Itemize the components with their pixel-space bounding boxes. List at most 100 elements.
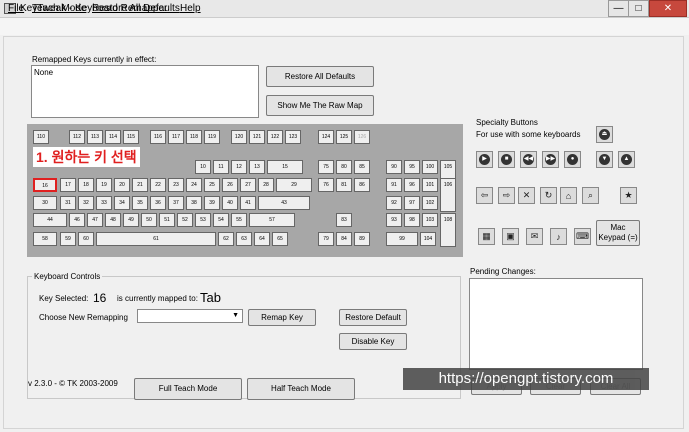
key-61[interactable]: 61 bbox=[96, 232, 216, 246]
key-55[interactable]: 55 bbox=[231, 213, 247, 227]
key-29[interactable]: 29 bbox=[276, 178, 312, 192]
stop-web-icon-button[interactable]: ✕ bbox=[518, 187, 535, 204]
key-12[interactable]: 12 bbox=[231, 160, 247, 174]
minimize-button[interactable]: — bbox=[608, 0, 629, 17]
key-89[interactable]: 89 bbox=[354, 232, 370, 246]
refresh-icon-button[interactable]: ↻ bbox=[540, 187, 557, 204]
key-80[interactable]: 80 bbox=[336, 160, 352, 174]
key-99[interactable]: 99 bbox=[386, 232, 418, 246]
key-21[interactable]: 21 bbox=[132, 178, 148, 192]
full-teach-mode-button[interactable]: Full Teach Mode bbox=[134, 378, 242, 400]
key-41[interactable]: 41 bbox=[240, 196, 256, 210]
key-84[interactable]: 84 bbox=[336, 232, 352, 246]
key-35[interactable]: 35 bbox=[132, 196, 148, 210]
key-34[interactable]: 34 bbox=[114, 196, 130, 210]
key-25[interactable]: 25 bbox=[204, 178, 220, 192]
disable-key-button[interactable]: Disable Key bbox=[339, 333, 407, 350]
menu-file[interactable]: File bbox=[8, 3, 24, 14]
key-81[interactable]: 81 bbox=[336, 178, 352, 192]
key-31[interactable]: 31 bbox=[60, 196, 76, 210]
key-27[interactable]: 27 bbox=[240, 178, 256, 192]
maximize-button[interactable]: □ bbox=[628, 0, 649, 17]
key-102[interactable]: 102 bbox=[422, 196, 438, 210]
key-103[interactable]: 103 bbox=[422, 213, 438, 227]
key-65[interactable]: 65 bbox=[272, 232, 288, 246]
back-icon-button[interactable]: ⇦ bbox=[476, 187, 493, 204]
half-teach-mode-button[interactable]: Half Teach Mode bbox=[247, 378, 355, 400]
key-57[interactable]: 57 bbox=[249, 213, 295, 227]
favorites-icon-button[interactable]: ★ bbox=[620, 187, 637, 204]
key-20[interactable]: 20 bbox=[114, 178, 130, 192]
key-76[interactable]: 76 bbox=[318, 178, 334, 192]
key-49[interactable]: 49 bbox=[123, 213, 139, 227]
key-98[interactable]: 98 bbox=[404, 213, 420, 227]
key-47[interactable]: 47 bbox=[87, 213, 103, 227]
key-97[interactable]: 97 bbox=[404, 196, 420, 210]
key-43[interactable]: 43 bbox=[258, 196, 310, 210]
key-126[interactable]: 126 bbox=[354, 130, 370, 144]
key-90[interactable]: 90 bbox=[386, 160, 402, 174]
key-24[interactable]: 24 bbox=[186, 178, 202, 192]
key-52[interactable]: 52 bbox=[177, 213, 193, 227]
forward-icon-button[interactable]: ⇨ bbox=[498, 187, 515, 204]
key-92[interactable]: 92 bbox=[386, 196, 402, 210]
close-button[interactable]: ✕ bbox=[649, 0, 687, 17]
key-40[interactable]: 40 bbox=[222, 196, 238, 210]
key-48[interactable]: 48 bbox=[105, 213, 121, 227]
key-59[interactable]: 59 bbox=[60, 232, 76, 246]
calculator-icon-button[interactable]: ▦ bbox=[478, 228, 495, 245]
search-icon-button[interactable]: ⌕ bbox=[582, 187, 599, 204]
key-114[interactable]: 114 bbox=[105, 130, 121, 144]
remapped-keys-list[interactable]: None bbox=[31, 65, 259, 118]
stop-icon-button[interactable]: ■ bbox=[498, 151, 515, 168]
key-120[interactable]: 120 bbox=[231, 130, 247, 144]
show-raw-map-button[interactable]: Show Me The Raw Map bbox=[266, 95, 374, 116]
key-96[interactable]: 96 bbox=[404, 178, 420, 192]
mycomputer-icon-button[interactable]: ▣ bbox=[502, 228, 519, 245]
eject-icon-button[interactable]: ⏏ bbox=[596, 126, 613, 143]
key-17[interactable]: 17 bbox=[60, 178, 76, 192]
key-101[interactable]: 101 bbox=[422, 178, 438, 192]
key-44[interactable]: 44 bbox=[33, 213, 67, 227]
key-86[interactable]: 86 bbox=[354, 178, 370, 192]
key-116[interactable]: 116 bbox=[150, 130, 166, 144]
key-104[interactable]: 104 bbox=[420, 232, 436, 246]
key-53[interactable]: 53 bbox=[195, 213, 211, 227]
key-119[interactable]: 119 bbox=[204, 130, 220, 144]
play-icon-button[interactable]: ▶ bbox=[476, 151, 493, 168]
key-19[interactable]: 19 bbox=[96, 178, 112, 192]
key-125[interactable]: 125 bbox=[336, 130, 352, 144]
key-10[interactable]: 10 bbox=[195, 160, 211, 174]
pending-changes-list[interactable] bbox=[469, 278, 643, 370]
key-22[interactable]: 22 bbox=[150, 178, 166, 192]
key-106[interactable]: 106 bbox=[440, 178, 456, 212]
key-123[interactable]: 123 bbox=[285, 130, 301, 144]
key-95[interactable]: 95 bbox=[404, 160, 420, 174]
key-38[interactable]: 38 bbox=[186, 196, 202, 210]
key-32[interactable]: 32 bbox=[78, 196, 94, 210]
key-100[interactable]: 100 bbox=[422, 160, 438, 174]
key-85[interactable]: 85 bbox=[354, 160, 370, 174]
menu-teach-mode[interactable]: Teach Mode bbox=[32, 3, 86, 14]
key-54[interactable]: 54 bbox=[213, 213, 229, 227]
key-36[interactable]: 36 bbox=[150, 196, 166, 210]
key-122[interactable]: 122 bbox=[267, 130, 283, 144]
remap-key-button[interactable]: Remap Key bbox=[248, 309, 316, 326]
key-63[interactable]: 63 bbox=[236, 232, 252, 246]
key-33[interactable]: 33 bbox=[96, 196, 112, 210]
prev-track-icon-button[interactable]: ◀◀ bbox=[520, 151, 537, 168]
mac-keypad-button[interactable]: Mac Keypad (=) bbox=[596, 220, 640, 246]
restore-all-defaults-button[interactable]: Restore All Defaults bbox=[266, 66, 374, 87]
key-51[interactable]: 51 bbox=[159, 213, 175, 227]
key-93[interactable]: 93 bbox=[386, 213, 402, 227]
next-track-icon-button[interactable]: ▶▶ bbox=[542, 151, 559, 168]
home-icon-button[interactable]: ⌂ bbox=[560, 187, 577, 204]
menu-restore-all-defaults[interactable]: Restore All Defaults bbox=[92, 3, 180, 14]
key-26[interactable]: 26 bbox=[222, 178, 238, 192]
key-112[interactable]: 112 bbox=[69, 130, 85, 144]
key-13[interactable]: 13 bbox=[249, 160, 265, 174]
keyboard-icon-button[interactable]: ⌨ bbox=[574, 228, 591, 245]
key-16[interactable]: 16 bbox=[33, 178, 57, 192]
key-23[interactable]: 23 bbox=[168, 178, 184, 192]
key-30[interactable]: 30 bbox=[33, 196, 57, 210]
